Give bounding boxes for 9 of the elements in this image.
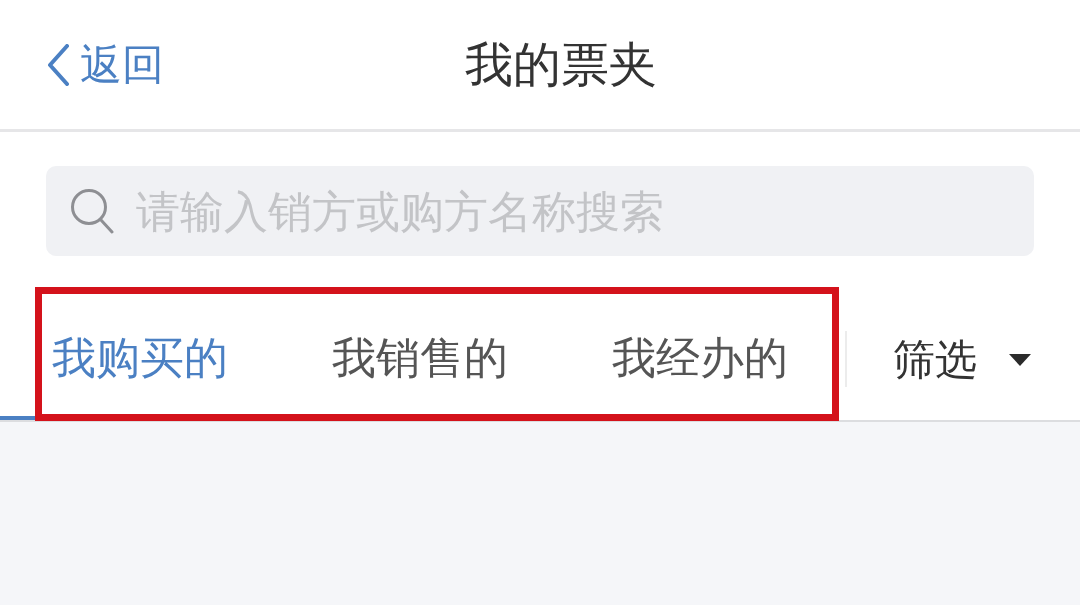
chevron-left-icon [46, 43, 70, 86]
search-icon [70, 188, 114, 234]
page-title: 我的票夹 [465, 34, 657, 94]
back-button[interactable]: 返回 [42, 32, 168, 97]
tab[interactable]: 我购买的 [44, 320, 236, 396]
tab[interactable]: 我销售的 [324, 320, 516, 396]
filter-dropdown[interactable]: 筛选 [847, 286, 1080, 420]
tab[interactable]: 我经办的 [604, 320, 796, 396]
caret-down-icon [1009, 354, 1031, 366]
